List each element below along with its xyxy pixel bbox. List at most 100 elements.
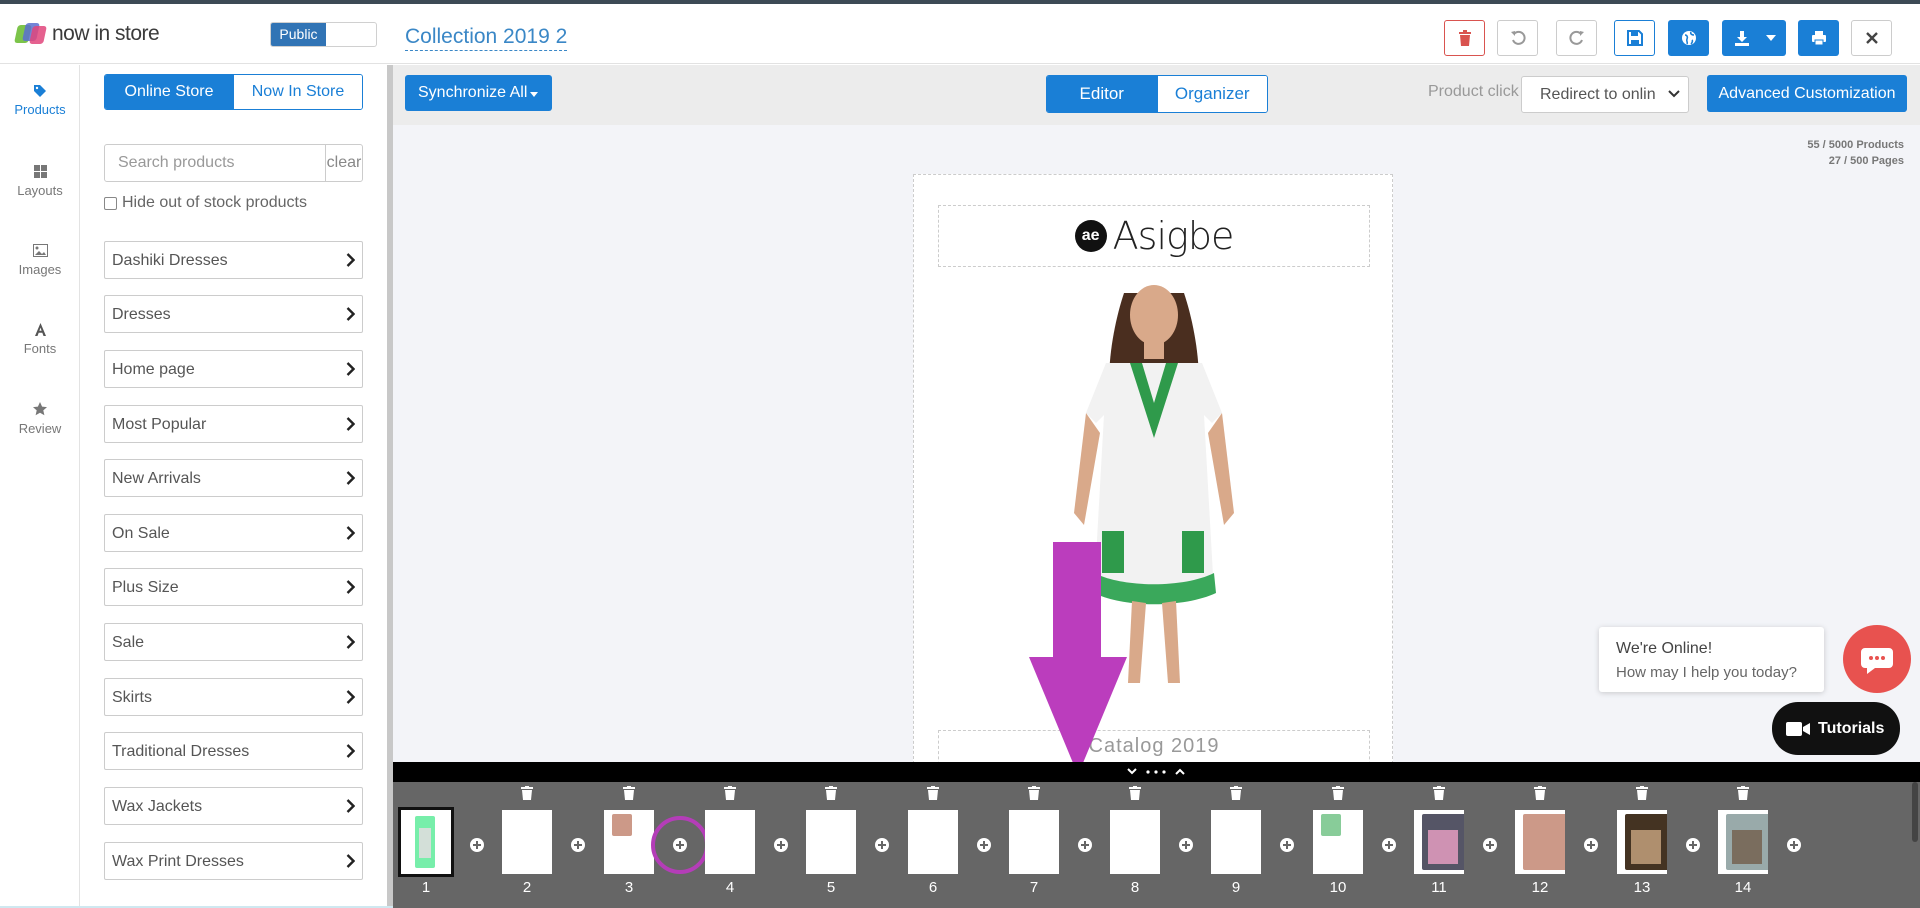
publish-button[interactable] — [1668, 20, 1709, 56]
page-thumbnail[interactable] — [705, 810, 755, 874]
category-item[interactable]: Plus Size — [104, 568, 363, 606]
category-item[interactable]: Dresses — [104, 295, 363, 333]
category-label: Sale — [112, 634, 145, 651]
add-page-icon[interactable] — [977, 838, 991, 852]
page-thumbnail[interactable] — [1414, 810, 1464, 874]
strip-scrollbar[interactable] — [1912, 782, 1918, 842]
brand-header-block[interactable]: ae Asigbe — [938, 205, 1370, 267]
chat-button[interactable] — [1843, 625, 1911, 693]
add-page-icon[interactable] — [1280, 838, 1294, 852]
product-click-select[interactable]: Redirect to onlin — [1521, 76, 1689, 113]
delete-page-icon[interactable] — [927, 786, 939, 800]
category-item[interactable]: Wax Jackets — [104, 787, 363, 825]
page-thumbnail[interactable] — [806, 810, 856, 874]
nav-item-review[interactable]: Review — [0, 402, 80, 436]
thumbnail-image — [612, 814, 632, 836]
add-page-icon[interactable] — [1078, 838, 1092, 852]
advanced-customization-button[interactable]: Advanced Customization — [1707, 75, 1907, 112]
tab-editor[interactable]: Editor — [1047, 76, 1157, 112]
print-button[interactable] — [1798, 20, 1839, 56]
delete-page-icon[interactable] — [1028, 786, 1040, 800]
synchronize-all-button[interactable]: Synchronize All — [405, 75, 552, 111]
delete-page-icon[interactable] — [521, 786, 533, 800]
add-page-icon[interactable] — [1686, 838, 1700, 852]
delete-page-icon[interactable] — [1129, 786, 1141, 800]
delete-page-icon[interactable] — [1433, 786, 1445, 800]
add-page-icon[interactable] — [774, 838, 788, 852]
category-item[interactable]: Skirts — [104, 678, 363, 716]
delete-page-icon[interactable] — [1534, 786, 1546, 800]
category-item[interactable]: Wax Print Dresses — [104, 842, 363, 880]
tab-now-in-store[interactable]: Now In Store — [233, 75, 362, 109]
category-item[interactable]: Most Popular — [104, 405, 363, 443]
close-button[interactable] — [1851, 20, 1892, 56]
chat-prompt[interactable]: We're Online! How may I help you today? — [1599, 627, 1824, 692]
category-item[interactable]: New Arrivals — [104, 459, 363, 497]
save-button[interactable] — [1614, 20, 1655, 56]
category-item[interactable]: On Sale — [104, 514, 363, 552]
page-thumbnail[interactable] — [1617, 810, 1667, 874]
catalog-page[interactable]: ae Asigbe Catalog 2019 — [913, 174, 1393, 774]
category-label: Home page — [112, 361, 195, 378]
app-logo[interactable]: now in store — [14, 16, 160, 52]
delete-page-icon[interactable] — [1332, 786, 1344, 800]
undo-button[interactable] — [1497, 20, 1538, 56]
category-item[interactable]: Home page — [104, 350, 363, 388]
add-page-icon[interactable] — [1584, 838, 1598, 852]
search-input[interactable] — [105, 145, 325, 181]
category-label: Most Popular — [112, 416, 207, 433]
delete-page-icon[interactable] — [1230, 786, 1242, 800]
editor-toolbar: Synchronize All Editor Organizer Product… — [393, 65, 1920, 125]
page-thumbnail[interactable] — [398, 807, 454, 877]
usage-counts: 55 / 5000 Products 27 / 500 Pages — [1807, 137, 1904, 169]
visibility-toggle[interactable]: Public — [270, 22, 377, 47]
page-thumbnail[interactable] — [1718, 810, 1768, 874]
star-icon — [33, 402, 47, 416]
delete-button[interactable] — [1444, 20, 1485, 56]
page-thumbnail[interactable] — [502, 810, 552, 874]
download-button[interactable] — [1722, 20, 1786, 56]
hide-out-of-stock-option[interactable]: Hide out of stock products — [104, 194, 307, 212]
clear-button[interactable]: clear — [325, 145, 362, 181]
add-page-icon[interactable] — [1483, 838, 1497, 852]
page-thumbnail[interactable] — [604, 810, 654, 874]
highlight-circle-annotation — [651, 816, 709, 874]
delete-page-icon[interactable] — [1737, 786, 1749, 800]
category-item[interactable]: Traditional Dresses — [104, 732, 363, 770]
page-number: 2 — [522, 879, 532, 896]
delete-page-icon[interactable] — [623, 786, 635, 800]
tab-online-store[interactable]: Online Store — [105, 75, 233, 109]
tutorials-button[interactable]: Tutorials — [1772, 702, 1900, 755]
category-label: Dresses — [112, 306, 171, 323]
add-page-icon[interactable] — [1179, 838, 1193, 852]
add-page-icon[interactable] — [1382, 838, 1396, 852]
add-page-icon[interactable] — [571, 838, 585, 852]
nav-item-fonts[interactable]: Fonts — [0, 323, 80, 356]
tab-organizer[interactable]: Organizer — [1156, 76, 1267, 112]
delete-page-icon[interactable] — [825, 786, 837, 800]
add-page-icon[interactable] — [470, 838, 484, 852]
hide-out-of-stock-checkbox[interactable] — [104, 196, 117, 210]
redo-button[interactable] — [1556, 20, 1597, 56]
category-item[interactable]: Dashiki Dresses — [104, 241, 363, 279]
strip-collapse-bar[interactable] — [393, 762, 1920, 782]
top-bar: now in store Public Collection 2019 2 — [0, 4, 1920, 64]
brand-name: Asigbe — [1112, 214, 1235, 258]
page-thumbnail[interactable] — [1211, 810, 1261, 874]
page-thumbnail[interactable] — [1515, 810, 1565, 874]
add-page-icon[interactable] — [1787, 838, 1801, 852]
page-thumbnail[interactable] — [1110, 810, 1160, 874]
add-page-icon[interactable] — [875, 838, 889, 852]
tag-icon — [34, 85, 46, 97]
nav-item-images[interactable]: Images — [0, 244, 80, 277]
page-thumbnail[interactable] — [1009, 810, 1059, 874]
delete-page-icon[interactable] — [1636, 786, 1648, 800]
nav-item-products[interactable]: Products — [0, 85, 80, 117]
collection-title[interactable]: Collection 2019 2 — [405, 24, 568, 51]
delete-page-icon[interactable] — [724, 786, 736, 800]
nav-item-layouts[interactable]: Layouts — [0, 165, 80, 198]
category-item[interactable]: Sale — [104, 623, 363, 661]
page-thumbnail[interactable] — [1313, 810, 1363, 874]
page-thumbnail[interactable] — [908, 810, 958, 874]
tutorials-label: Tutorials — [1818, 719, 1885, 737]
